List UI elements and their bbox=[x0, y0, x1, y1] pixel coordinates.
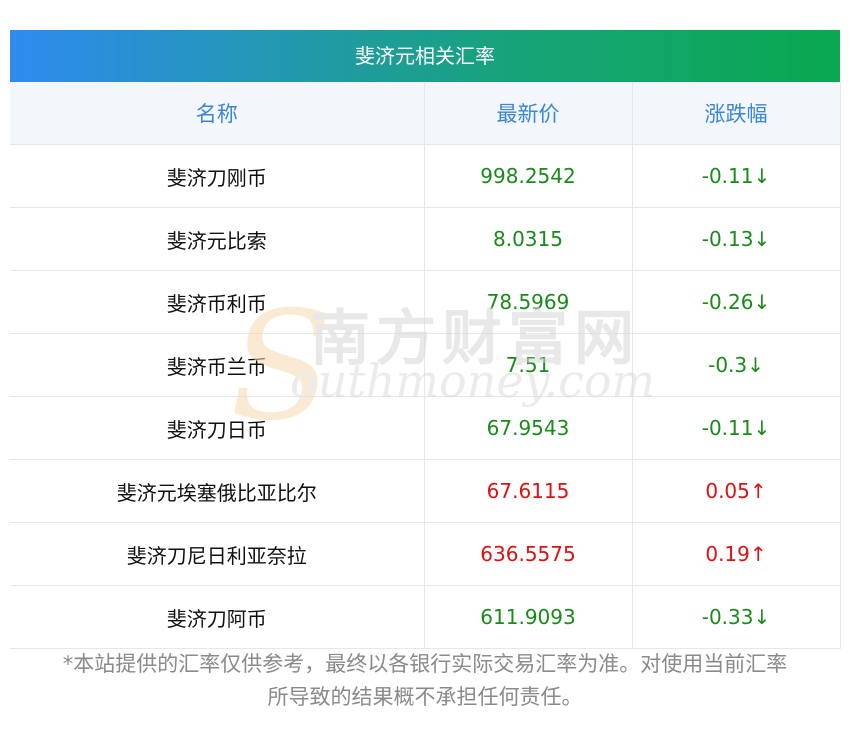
change-percent: -0.11↓ bbox=[632, 144, 841, 208]
header-name: 名称 bbox=[10, 82, 425, 145]
currency-name[interactable]: 斐济刀尼日利亚奈拉 bbox=[10, 522, 425, 586]
currency-name[interactable]: 斐济元埃塞俄比亚比尔 bbox=[10, 459, 425, 523]
change-percent: 0.19↑ bbox=[632, 522, 841, 586]
currency-name[interactable]: 斐济刀阿币 bbox=[10, 585, 425, 649]
panel-title: 斐济元相关汇率 bbox=[10, 30, 840, 82]
currency-name[interactable]: 斐济刀日币 bbox=[10, 396, 425, 460]
rates-panel: 斐济元相关汇率 名称 最新价 涨跌幅 斐济刀刚币 998.2542 -0.11↓ 斐济… bbox=[10, 30, 841, 649]
disclaimer-line-1: *本站提供的汇率仅供参考，最终以各银行实际交易汇率为准。对使用当前汇率 bbox=[62, 652, 788, 676]
latest-price: 636.5575 bbox=[424, 522, 633, 586]
table-row[interactable]: 斐济元埃塞俄比亚比尔 67.6115 0.05↑ bbox=[10, 459, 841, 523]
change-percent: -0.11↓ bbox=[632, 396, 841, 460]
change-percent: -0.26↓ bbox=[632, 270, 841, 334]
table-row[interactable]: 斐济刀刚币 998.2542 -0.11↓ bbox=[10, 144, 841, 208]
disclaimer: *本站提供的汇率仅供参考，最终以各银行实际交易汇率为准。对使用当前汇率 所导致的… bbox=[10, 648, 840, 714]
table-row[interactable]: 斐济币利币 78.5969 -0.26↓ bbox=[10, 270, 841, 334]
currency-name[interactable]: 斐济币兰币 bbox=[10, 333, 425, 397]
table-row[interactable]: 斐济元比索 8.0315 -0.13↓ bbox=[10, 207, 841, 271]
table-header-row: 名称 最新价 涨跌幅 bbox=[10, 82, 841, 145]
change-percent: -0.3↓ bbox=[632, 333, 841, 397]
table-row[interactable]: 斐济刀日币 67.9543 -0.11↓ bbox=[10, 396, 841, 460]
latest-price: 8.0315 bbox=[424, 207, 633, 271]
change-percent: 0.05↑ bbox=[632, 459, 841, 523]
latest-price: 7.51 bbox=[424, 333, 633, 397]
disclaimer-line-2: 所导致的结果概不承担任何责任。 bbox=[267, 685, 583, 709]
header-price: 最新价 bbox=[424, 82, 633, 145]
rates-table: 名称 最新价 涨跌幅 斐济刀刚币 998.2542 -0.11↓ 斐济元比索 8.031… bbox=[10, 82, 841, 649]
latest-price: 78.5969 bbox=[424, 270, 633, 334]
latest-price: 998.2542 bbox=[424, 144, 633, 208]
table-row[interactable]: 斐济刀阿币 611.9093 -0.33↓ bbox=[10, 585, 841, 649]
table-row[interactable]: 斐济刀尼日利亚奈拉 636.5575 0.19↑ bbox=[10, 522, 841, 586]
table-row[interactable]: 斐济币兰币 7.51 -0.3↓ bbox=[10, 333, 841, 397]
currency-name[interactable]: 斐济刀刚币 bbox=[10, 144, 425, 208]
change-percent: -0.13↓ bbox=[632, 207, 841, 271]
change-percent: -0.33↓ bbox=[632, 585, 841, 649]
latest-price: 67.6115 bbox=[424, 459, 633, 523]
latest-price: 67.9543 bbox=[424, 396, 633, 460]
currency-name[interactable]: 斐济币利币 bbox=[10, 270, 425, 334]
latest-price: 611.9093 bbox=[424, 585, 633, 649]
currency-name[interactable]: 斐济元比索 bbox=[10, 207, 425, 271]
header-change: 涨跌幅 bbox=[632, 82, 841, 145]
